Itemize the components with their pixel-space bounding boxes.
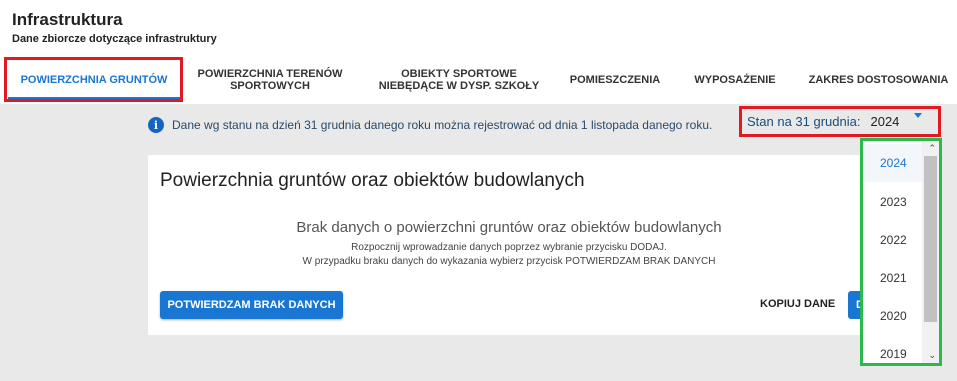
page-title: Infrastruktura bbox=[12, 10, 123, 29]
tab-label: WYPOSAŻENIE bbox=[694, 74, 776, 86]
tab-pomieszczenia[interactable]: POMIESZCZENIA bbox=[562, 58, 668, 102]
info-banner: i Dane wg stanu na dzień 31 grudnia dane… bbox=[148, 117, 712, 133]
tab-obiekty-sportowe[interactable]: OBIEKTY SPORTOWE NIEBĘDĄCE W DYSP. SZKOŁ… bbox=[378, 58, 540, 102]
page-subtitle: Dane zbiorcze dotyczące infrastruktury bbox=[12, 33, 217, 45]
info-icon: i bbox=[148, 117, 164, 133]
empty-state-title: Brak danych o powierzchni gruntów oraz o… bbox=[296, 219, 722, 236]
copy-data-button[interactable]: KOPIUJ DANE bbox=[760, 298, 835, 310]
tab-label: POMIESZCZENIA bbox=[569, 74, 661, 86]
empty-state-line: Rozpocznij wprowadzanie danych poprzez w… bbox=[351, 242, 667, 253]
tab-label: POWIERZCHNIA TERENÓW SPORTOWYCH bbox=[197, 68, 343, 92]
tab-powierzchnia-terenow-sportowych[interactable]: POWIERZCHNIA TERENÓW SPORTOWYCH bbox=[195, 58, 345, 102]
tab-highlight-box bbox=[4, 57, 183, 102]
card-title: Powierzchnia gruntów oraz obiektów budow… bbox=[160, 170, 585, 191]
info-text: Dane wg stanu na dzień 31 grudnia danego… bbox=[172, 118, 713, 132]
dropdown-highlight-box bbox=[860, 138, 942, 366]
land-area-card: Powierzchnia gruntów oraz obiektów budow… bbox=[148, 155, 870, 335]
tab-label: OBIEKTY SPORTOWE NIEBĘDĄCE W DYSP. SZKOŁ… bbox=[378, 68, 540, 92]
empty-state-line: W przypadku braku danych do wykazania wy… bbox=[302, 256, 716, 267]
tab-label: ZAKRES DOSTOSOWANIA bbox=[808, 74, 949, 86]
tab-zakres-dostosowania[interactable]: ZAKRES DOSTOSOWANIA bbox=[800, 58, 957, 102]
year-select-highlight-box bbox=[739, 106, 941, 137]
tab-wyposazenie[interactable]: WYPOSAŻENIE bbox=[686, 58, 784, 102]
confirm-no-data-button[interactable]: POTWIERDZAM BRAK DANYCH bbox=[160, 291, 343, 319]
